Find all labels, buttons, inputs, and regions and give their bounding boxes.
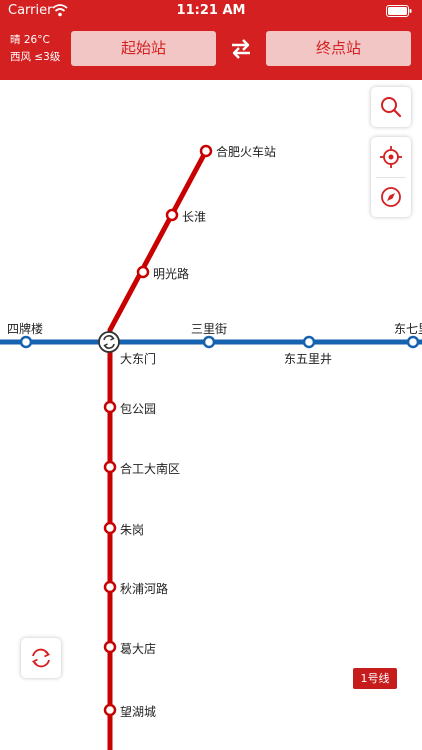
station-marker — [103, 703, 117, 717]
station-marker — [19, 335, 33, 349]
metro-map[interactable]: 合肥火车站 长淮 明光路 四牌楼 三里街 东七里 大东门 东五里井 包公园 合工… — [0, 80, 422, 750]
station-marker — [103, 400, 117, 414]
station-label[interactable]: 葛大店 — [120, 640, 156, 657]
map-tools-group — [371, 137, 411, 217]
refresh-button[interactable] — [21, 638, 61, 678]
station-label[interactable]: 东五里井 — [284, 350, 332, 367]
station-label[interactable]: 明光路 — [153, 265, 189, 282]
station-label[interactable]: 望湖城 — [120, 703, 156, 720]
station-label[interactable]: 朱岗 — [120, 521, 144, 538]
swap-icon[interactable] — [230, 38, 252, 60]
metro-lines — [0, 144, 422, 750]
station-marker — [136, 265, 150, 279]
battery-icon — [386, 5, 412, 17]
station-marker — [103, 521, 117, 535]
search-button[interactable] — [371, 87, 411, 127]
station-marker — [103, 580, 117, 594]
station-marker — [202, 335, 216, 349]
station-label[interactable]: 合工大南区 — [120, 460, 180, 477]
station-marker — [302, 335, 316, 349]
station-marker — [406, 335, 420, 349]
station-label[interactable]: 四牌楼 — [7, 320, 43, 337]
station-label[interactable]: 长淮 — [182, 208, 206, 225]
station-label[interactable]: 大东门 — [120, 350, 156, 367]
station-label[interactable]: 包公园 — [120, 400, 156, 417]
end-station-button[interactable]: 终点站 — [266, 31, 411, 66]
station-marker — [103, 640, 117, 654]
line-badge[interactable]: 1号线 — [353, 668, 397, 689]
compass-button[interactable] — [371, 177, 411, 217]
station-label[interactable]: 三里街 — [191, 320, 227, 337]
compass-icon — [381, 187, 401, 207]
weather-condition: 晴 26°C — [10, 34, 50, 46]
station-marker — [165, 208, 179, 222]
weather-wind: 西风 ≤3级 — [10, 51, 61, 63]
station-label[interactable]: 秋浦河路 — [120, 580, 168, 597]
station-marker — [103, 460, 117, 474]
station-label[interactable]: 合肥火车站 — [216, 143, 276, 160]
start-station-button[interactable]: 起始站 — [71, 31, 216, 66]
locate-icon — [380, 146, 402, 168]
status-bar: Carrier 11:21 AM — [0, 0, 422, 22]
line-1-track — [107, 149, 209, 750]
search-icon — [381, 97, 402, 118]
station-label[interactable]: 东七里 — [394, 320, 422, 337]
header-bar: Carrier 11:21 AM 晴 26°C 西风 ≤3级 起始站 终点站 — [0, 0, 422, 80]
weather-info: 晴 26°C 西风 ≤3级 — [10, 32, 60, 66]
status-time: 11:21 AM — [176, 3, 246, 18]
station-marker — [199, 144, 213, 158]
transfer-station-icon — [98, 331, 120, 353]
locate-button[interactable] — [371, 137, 411, 177]
refresh-icon — [31, 648, 51, 668]
